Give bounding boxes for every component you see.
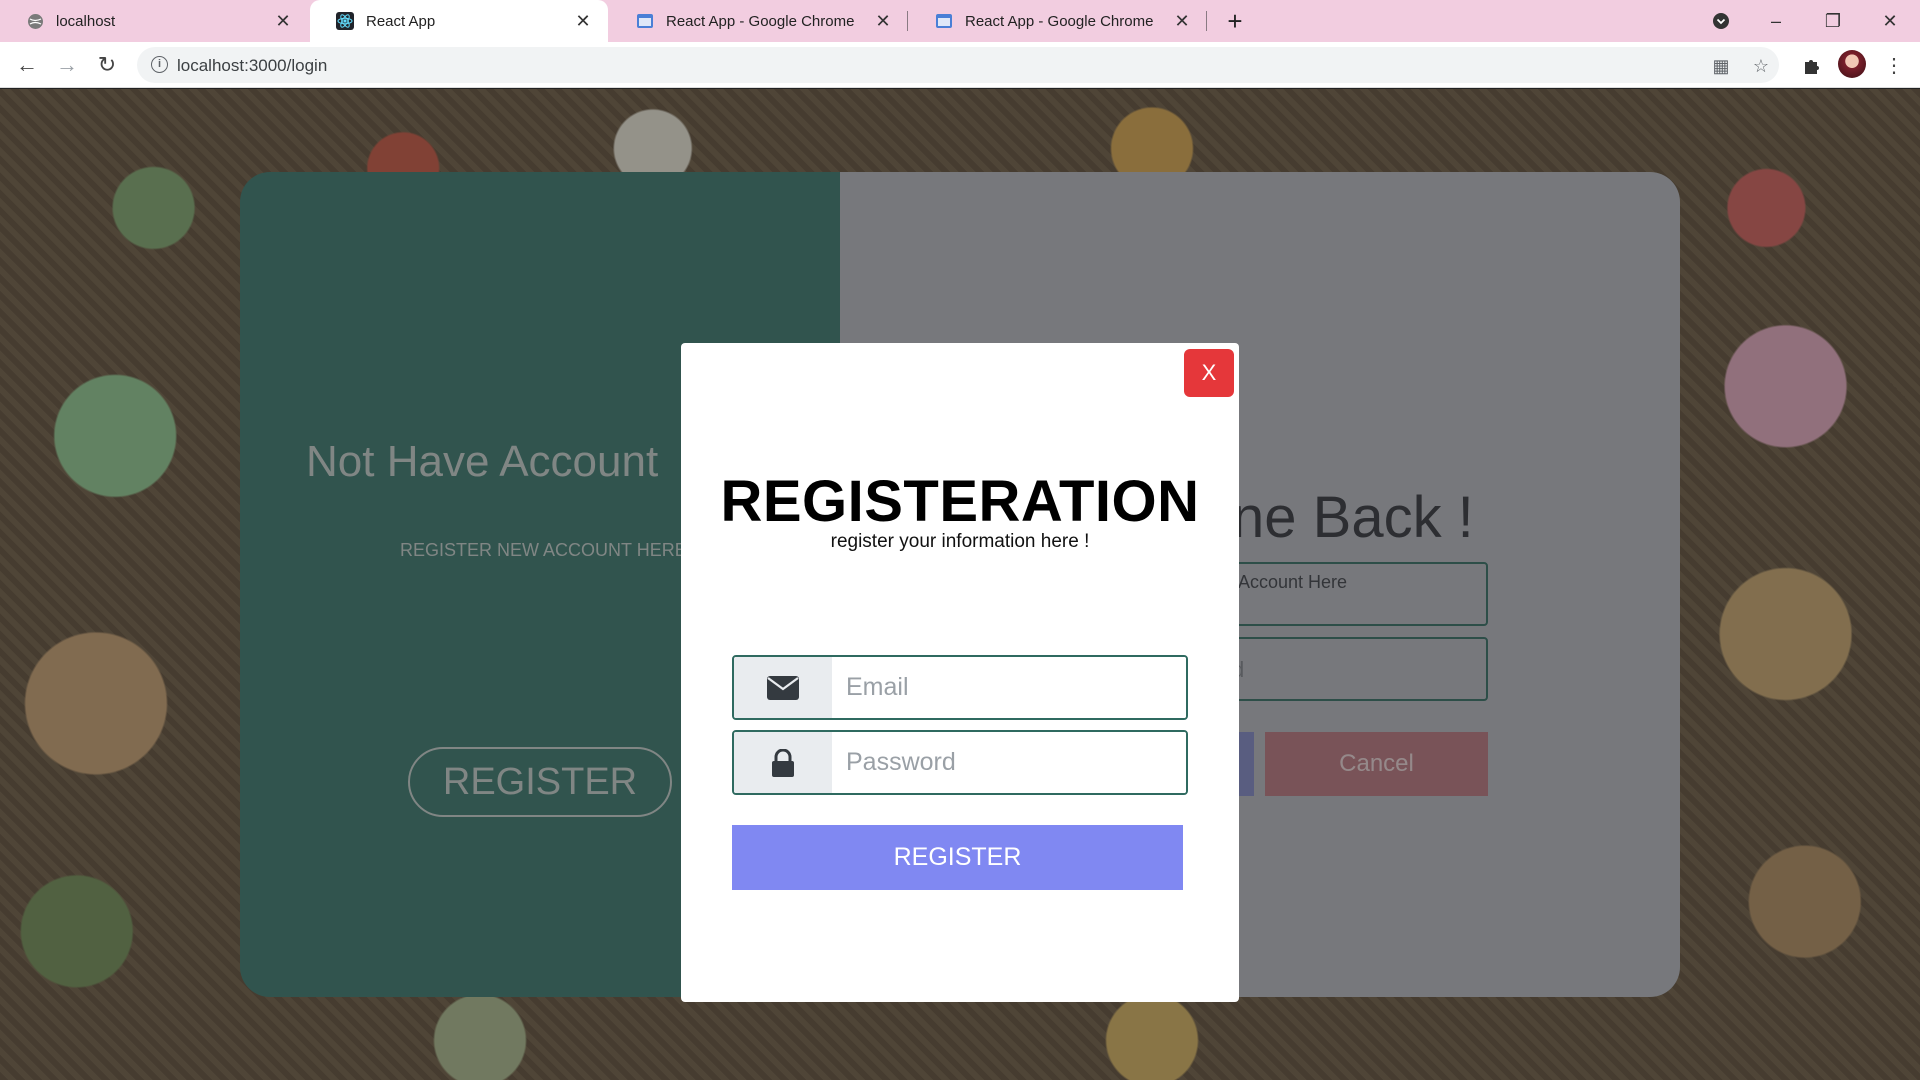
tab-title: React App - Google Chrome bbox=[666, 12, 855, 30]
modal-title: REGISTERATION bbox=[720, 469, 1200, 534]
modal-close-button[interactable]: X bbox=[1184, 349, 1234, 397]
page-background: Not Have Account REGISTER NEW ACCOUNT HE… bbox=[0, 89, 1920, 1080]
lock-icon bbox=[734, 732, 832, 793]
translate-icon[interactable]: ▦ bbox=[1710, 55, 1732, 77]
browser-toolbar: ← → ↻ i localhost:3000/login ▦ ☆ ⋮ bbox=[0, 42, 1920, 88]
modal-subtitle: register your information here ! bbox=[830, 531, 1090, 552]
tab-title: localhost bbox=[56, 12, 116, 30]
close-window-button[interactable]: ✕ bbox=[1872, 4, 1908, 38]
tab-separator bbox=[907, 11, 908, 31]
tab-bar: localhost ✕ React App ✕ React App - Goog… bbox=[0, 0, 1920, 42]
address-bar[interactable]: i localhost:3000/login ▦ ☆ bbox=[137, 47, 1779, 83]
site-info-icon[interactable]: i bbox=[151, 56, 168, 73]
chrome-window-icon bbox=[935, 12, 953, 30]
email-field-group bbox=[732, 655, 1188, 720]
registration-modal: X REGISTERATION register your informatio… bbox=[681, 343, 1239, 1002]
tab-title: React App - Google Chrome bbox=[965, 12, 1154, 30]
globe-icon bbox=[26, 12, 44, 30]
password-input[interactable] bbox=[832, 732, 1186, 793]
new-tab-button[interactable]: + bbox=[1220, 6, 1250, 36]
tab-react-app-chrome-1[interactable]: React App - Google Chrome ✕ bbox=[610, 0, 908, 42]
close-tab-icon[interactable]: ✕ bbox=[1171, 10, 1193, 32]
forward-arrow-icon[interactable]: → bbox=[52, 50, 82, 80]
tab-search-icon[interactable] bbox=[1703, 4, 1739, 38]
minimize-button[interactable]: – bbox=[1758, 4, 1794, 38]
tab-title: React App bbox=[366, 12, 436, 30]
register-submit-button[interactable]: REGISTER bbox=[732, 825, 1183, 890]
close-tab-icon[interactable]: ✕ bbox=[572, 10, 594, 32]
profile-avatar[interactable] bbox=[1838, 50, 1866, 78]
restore-button[interactable]: ❐ bbox=[1815, 4, 1851, 38]
email-input[interactable] bbox=[832, 657, 1186, 718]
extensions-puzzle-icon[interactable] bbox=[1798, 52, 1826, 80]
chrome-window-icon bbox=[636, 12, 654, 30]
password-field-group bbox=[732, 730, 1188, 795]
close-tab-icon[interactable]: ✕ bbox=[272, 10, 294, 32]
tab-react-app[interactable]: React App ✕ bbox=[310, 0, 608, 42]
menu-kebab-icon[interactable]: ⋮ bbox=[1880, 52, 1908, 80]
url-text[interactable]: localhost:3000/login bbox=[177, 56, 327, 76]
bookmark-star-icon[interactable]: ☆ bbox=[1750, 55, 1772, 77]
envelope-icon bbox=[734, 657, 832, 718]
back-arrow-icon[interactable]: ← bbox=[12, 50, 42, 80]
close-tab-icon[interactable]: ✕ bbox=[872, 10, 894, 32]
react-logo-icon bbox=[336, 12, 354, 30]
tab-react-app-chrome-2[interactable]: React App - Google Chrome ✕ bbox=[909, 0, 1207, 42]
tab-separator bbox=[1206, 11, 1207, 31]
tab-localhost[interactable]: localhost ✕ bbox=[0, 0, 308, 42]
reload-icon[interactable]: ↻ bbox=[92, 50, 122, 80]
